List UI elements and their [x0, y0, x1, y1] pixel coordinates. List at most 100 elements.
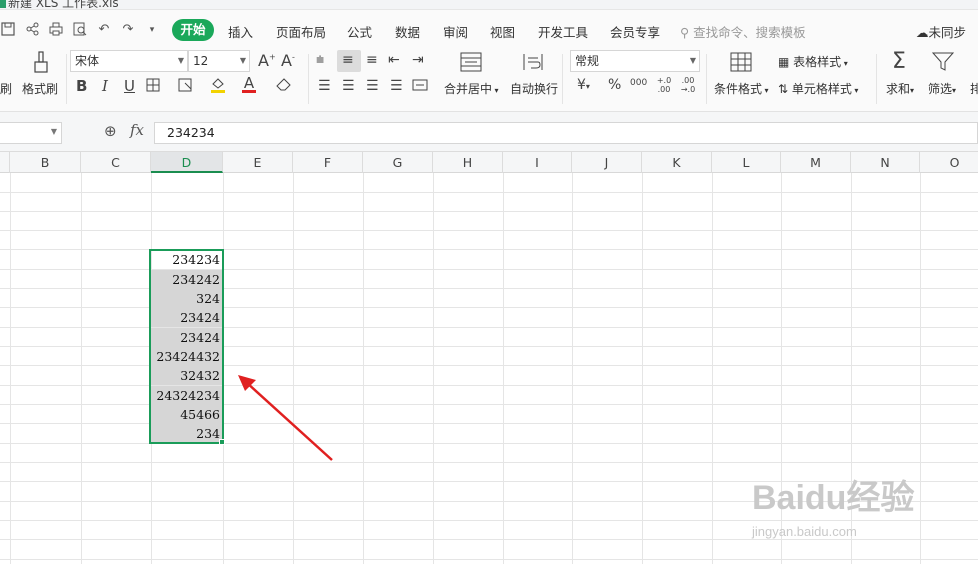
formula-input[interactable]: 234234 [154, 122, 978, 144]
insert-function-button[interactable]: fx [130, 121, 144, 139]
sum-button[interactable]: 求和▾ [886, 80, 914, 97]
column-header-k[interactable]: K [642, 152, 712, 173]
currency-button[interactable]: ¥▾ [577, 77, 590, 93]
cell-d[interactable]: 234242 [151, 270, 223, 289]
redo-icon[interactable]: ↷ [120, 22, 136, 38]
fill-handle[interactable] [219, 439, 225, 445]
align-bottom-icon[interactable]: ≡ [366, 52, 378, 68]
grid-line [0, 385, 978, 386]
column-header-c[interactable]: C [81, 152, 151, 173]
tab-insert[interactable]: 插入 [228, 22, 253, 41]
cell-d[interactable]: 23424 [151, 308, 223, 327]
document-icon [0, 0, 6, 8]
search-icon: ⚲ [680, 25, 694, 40]
clear-format-icon[interactable] [276, 78, 292, 95]
zoom-formula-icon[interactable]: ⊕ [104, 122, 117, 140]
tab-developer[interactable]: 开发工具 [538, 22, 588, 41]
column-header-l[interactable]: L [712, 152, 781, 173]
print-preview-icon[interactable] [72, 22, 88, 38]
format-painter-button[interactable]: 格式刷 [22, 80, 58, 97]
command-search[interactable]: ⚲ 查找命令、搜索模板 [680, 22, 806, 41]
sync-label: 未同步 [928, 25, 967, 40]
underline-button[interactable]: U [124, 77, 135, 95]
sync-status[interactable]: ☁未同步 [916, 22, 966, 41]
tab-formulas[interactable]: 公式 [347, 22, 372, 41]
cell-d[interactable]: 234 [151, 424, 223, 443]
bold-button[interactable]: B [76, 77, 87, 95]
filter-button[interactable]: 筛选▾ [928, 80, 956, 97]
format-painter-icon[interactable] [30, 50, 52, 76]
undo-icon[interactable]: ↶ [96, 22, 112, 38]
merge-center-button[interactable]: 合并居中 ▾ [444, 80, 499, 97]
font-color-icon[interactable]: A [242, 74, 256, 93]
border-icon[interactable] [146, 78, 160, 95]
filter-icon[interactable] [931, 52, 955, 75]
cell-style-button[interactable]: ⇅ 单元格样式 ▾ [778, 80, 858, 97]
wrap-text-icon[interactable] [522, 52, 544, 75]
tab-data[interactable]: 数据 [395, 22, 420, 41]
column-header-o[interactable]: O [920, 152, 978, 173]
cell-d[interactable]: 32432 [151, 366, 223, 385]
tab-view[interactable]: 视图 [490, 22, 515, 41]
grid-line [81, 173, 82, 564]
percent-button[interactable]: % [608, 77, 621, 93]
wrap-text-button[interactable]: 自动换行 [510, 80, 558, 97]
italic-button[interactable]: I [102, 77, 108, 95]
cell-d[interactable]: 23424432 [151, 347, 223, 366]
align-center-icon[interactable]: ☰ [342, 78, 355, 94]
align-right-icon[interactable]: ☰ [366, 78, 379, 94]
tab-page-layout[interactable]: 页面布局 [276, 22, 326, 41]
decrease-decimal-button[interactable]: .00 →.0 [678, 76, 698, 94]
name-box[interactable]: ▼ [0, 122, 62, 144]
shrink-font-icon[interactable]: A- [281, 51, 295, 70]
ribbon-divider [876, 54, 877, 104]
align-middle-button[interactable]: ≡ [337, 50, 361, 72]
justify-icon[interactable]: ☰ [390, 78, 403, 94]
column-header-d[interactable]: D [151, 152, 223, 173]
column-header-i[interactable]: I [503, 152, 572, 173]
cell-d[interactable]: 45466 [151, 405, 223, 424]
grow-font-icon[interactable]: A+ [258, 51, 276, 70]
sum-icon[interactable]: Σ [892, 49, 906, 74]
column-header-n[interactable]: N [851, 152, 920, 173]
cell-d[interactable]: 23424 [151, 328, 223, 347]
cell-d[interactable]: 24324234 [151, 386, 223, 405]
cell-fill-style-icon[interactable] [178, 78, 194, 95]
tab-review[interactable]: 审阅 [443, 22, 468, 41]
column-header-f[interactable]: F [293, 152, 363, 173]
tab-member[interactable]: 会员专享 [610, 22, 660, 41]
align-top-icon[interactable]: ⩧ [316, 52, 324, 68]
column-header-e[interactable]: E [223, 152, 293, 173]
thousands-separator-button[interactable]: 000 [630, 78, 647, 88]
customize-dropdown-icon[interactable]: ▾ [144, 22, 160, 38]
column-header-h[interactable]: H [433, 152, 503, 173]
indent-decrease-icon[interactable]: ⇤ [388, 52, 400, 68]
font-size-select[interactable]: 12 ▼ [188, 50, 250, 72]
align-left-icon[interactable]: ☰ [318, 78, 331, 94]
merge-center-icon[interactable] [460, 52, 482, 75]
number-format-select[interactable]: 常规 ▼ [570, 50, 700, 72]
chevron-down-icon: ▾ [841, 59, 848, 68]
fill-color-icon[interactable] [210, 76, 226, 97]
increase-decimal-button[interactable]: +.0 .00 [654, 76, 674, 94]
table-style-button[interactable]: ▦ 表格样式 ▾ [778, 53, 848, 70]
spreadsheet-grid[interactable]: 234234 234242 324 23424 23424 23424432 3… [0, 173, 978, 564]
distribute-icon[interactable] [412, 77, 428, 96]
print-icon[interactable] [48, 22, 64, 38]
indent-increase-icon[interactable]: ⇥ [412, 52, 424, 68]
tab-home[interactable]: 开始 [172, 19, 214, 41]
share-icon[interactable] [24, 22, 40, 38]
cell-d[interactable]: 324 [151, 289, 223, 308]
conditional-format-button[interactable]: 条件格式 ▾ [714, 80, 769, 97]
conditional-format-icon[interactable] [730, 52, 752, 75]
font-name-select[interactable]: 宋体 ▼ [70, 50, 188, 72]
column-header-partial[interactable] [0, 152, 10, 173]
column-header-m[interactable]: M [781, 152, 851, 173]
grid-line [0, 192, 978, 193]
column-header-j[interactable]: J [572, 152, 642, 173]
column-header-g[interactable]: G [363, 152, 433, 173]
cell-d[interactable]: 234234 [151, 250, 223, 269]
chevron-down-icon: ▼ [689, 56, 696, 65]
column-header-b[interactable]: B [10, 152, 81, 173]
save-icon[interactable] [0, 22, 16, 38]
